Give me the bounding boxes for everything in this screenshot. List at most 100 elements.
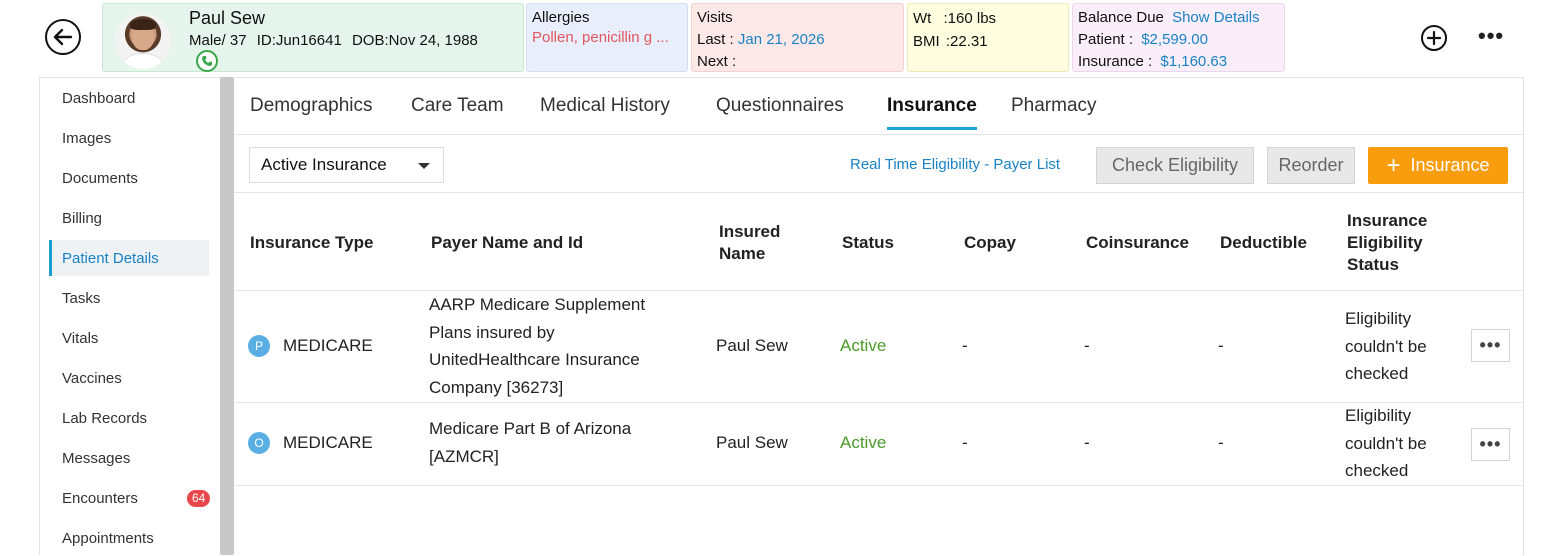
reorder-button[interactable]: Reorder <box>1267 147 1355 184</box>
sidebar-item-patient-details[interactable]: Patient Details <box>49 240 209 276</box>
deductible-value: - <box>1218 336 1224 355</box>
sidebar-item-label: Vaccines <box>62 369 122 387</box>
row-actions-icon[interactable]: ••• <box>1471 428 1510 461</box>
patient-balance-value: $2,599.00 <box>1141 31 1208 48</box>
payer-line: Plans insured by <box>429 322 555 342</box>
insurance-filter-select[interactable]: Active Insurance <box>249 147 444 183</box>
sidebar-item-vitals[interactable]: Vitals <box>49 320 209 356</box>
tab-demographics[interactable]: Demographics <box>250 95 373 127</box>
sidebar-item-tasks[interactable]: Tasks <box>49 280 209 316</box>
eligibility-line: checked <box>1345 461 1409 480</box>
header-eligibility-status: Insurance Eligibility Status <box>1347 210 1427 276</box>
tab-questionnaires[interactable]: Questionnaires <box>716 95 844 127</box>
chevron-down-icon <box>418 163 430 169</box>
eligibility-status: Eligibility couldn't be checked <box>1345 305 1427 388</box>
tab-insurance[interactable]: Insurance <box>887 95 977 130</box>
sidebar-item-label: Billing <box>62 209 103 227</box>
header-payer: Payer Name and Id <box>431 233 584 252</box>
header-deductible: Deductible <box>1220 233 1307 252</box>
count-badge: 64 <box>187 490 211 507</box>
sidebar-item-label: Encounters <box>62 489 138 507</box>
header-insured-line2: Name <box>719 244 766 263</box>
toolbar: Active Insurance Real Time Eligibility -… <box>234 135 1523 193</box>
sidebar-item-label: Tasks <box>62 289 101 307</box>
sidebar-item-documents[interactable]: Documents <box>49 160 209 196</box>
insurance-filter-value: Active Insurance <box>261 155 387 174</box>
patient-gender-age: Male/ 37 <box>189 32 247 49</box>
deductible-value: - <box>1218 433 1224 452</box>
header-elig-line2: Eligibility <box>1347 233 1423 252</box>
payer-line: AARP Medicare Supplement <box>429 295 646 314</box>
add-insurance-button[interactable]: + Insurance <box>1368 147 1508 184</box>
sidebar-scrollbar[interactable] <box>220 77 234 555</box>
sidebar-item-images[interactable]: Images <box>49 120 209 156</box>
add-button[interactable] <box>1421 25 1447 51</box>
patient-balance-label: Patient : <box>1078 31 1134 48</box>
phone-icon[interactable] <box>196 50 218 72</box>
more-options-icon[interactable]: ••• <box>1478 25 1504 47</box>
patient-name: Paul Sew <box>189 8 266 28</box>
tab-pharmacy[interactable]: Pharmacy <box>1011 95 1097 127</box>
payer-line: [AZMCR] <box>429 446 499 466</box>
insurance-type-badge: P <box>248 335 270 357</box>
weight-value: :160 lbs <box>943 10 997 27</box>
patient-dob: DOB:Nov 24, 1988 <box>351 32 478 49</box>
sidebar-item-label: Vitals <box>62 329 99 347</box>
eligibility-line: checked <box>1345 364 1409 383</box>
copay-value: - <box>962 433 968 452</box>
tab-care-team[interactable]: Care Team <box>411 95 504 127</box>
coinsurance-value: - <box>1084 336 1090 355</box>
visits-label: Visits <box>697 9 733 26</box>
payer-name[interactable]: Medicare Part B of Arizona [AZMCR] <box>429 415 631 470</box>
patient-card: Paul Sew Male/ 37 ID:Jun16641 DOB:Nov 24… <box>102 3 524 72</box>
real-time-eligibility-link[interactable]: Real Time Eligibility - Payer List <box>850 156 1060 173</box>
tab-bar: Demographics Care Team Medical History Ques… <box>234 78 1523 135</box>
bmi-value: :22.31 <box>945 33 988 50</box>
header-copay: Copay <box>964 233 1016 252</box>
header-insurance-type: Insurance Type <box>250 233 374 252</box>
sidebar-item-encounters[interactable]: Encounters 64 <box>49 480 211 516</box>
tab-medical-history[interactable]: Medical History <box>540 95 670 127</box>
add-insurance-label: Insurance <box>1410 155 1490 175</box>
insurance-type: MEDICARE <box>283 433 373 452</box>
allergies-value: Pollen, penicillin g ... <box>532 29 669 46</box>
sidebar-item-dashboard[interactable]: Dashboard <box>49 80 209 116</box>
allergies-card[interactable]: Allergies Pollen, penicillin g ... <box>526 3 688 72</box>
eligibility-line: Eligibility <box>1345 309 1412 328</box>
copay-value: - <box>962 336 968 355</box>
plus-icon <box>1426 30 1442 46</box>
allergies-label: Allergies <box>532 9 590 26</box>
sidebar-item-lab-records[interactable]: Lab Records <box>49 400 209 436</box>
header-insured-line1: Insured <box>719 222 781 241</box>
header-status: Status <box>842 233 894 252</box>
plus-icon: + <box>1386 151 1401 179</box>
table-row[interactable]: P MEDICARE AARP Medicare Supplement Plan… <box>234 291 1523 403</box>
table-header: Insurance Type Payer Name and Id Insured… <box>234 193 1523 291</box>
insurance-type-badge: O <box>248 432 270 454</box>
table-row[interactable]: O MEDICARE Medicare Part B of Arizona [A… <box>234 403 1523 486</box>
insurance-balance-value: $1,160.63 <box>1160 53 1228 70</box>
row-actions-icon[interactable]: ••• <box>1471 329 1510 362</box>
sidebar-item-vaccines[interactable]: Vaccines <box>49 360 209 396</box>
sidebar-item-messages[interactable]: Messages <box>49 440 209 476</box>
balance-card: Balance Due Show Details Patient : $2,59… <box>1072 3 1285 72</box>
check-eligibility-button[interactable]: Check Eligibility <box>1096 147 1254 184</box>
payer-line: Medicare Part B of Arizona <box>429 419 632 438</box>
back-button[interactable] <box>45 19 81 55</box>
next-visit-label: Next : <box>697 53 737 70</box>
sidebar-item-label: Lab Records <box>62 409 148 427</box>
sidebar-item-label: Documents <box>62 169 138 187</box>
sidebar-item-appointments[interactable]: Appointments <box>49 520 209 556</box>
sidebar-item-label: Appointments <box>62 529 154 547</box>
sidebar: Dashboard Images Documents Billing Patient D… <box>39 77 220 555</box>
show-details-link[interactable]: Show Details <box>1172 9 1260 26</box>
last-visit-label: Last : <box>697 31 734 48</box>
last-visit-date[interactable]: Jan 21, 2026 <box>738 31 825 48</box>
patient-id: ID:Jun16641 <box>256 32 342 49</box>
header-elig-line3: Status <box>1347 255 1399 274</box>
payer-name[interactable]: AARP Medicare Supplement Plans insured b… <box>429 291 645 401</box>
balance-label: Balance Due <box>1078 9 1164 26</box>
eligibility-line: couldn't be <box>1345 336 1427 356</box>
sidebar-item-billing[interactable]: Billing <box>49 200 209 236</box>
insured-name: Paul Sew <box>716 336 788 355</box>
